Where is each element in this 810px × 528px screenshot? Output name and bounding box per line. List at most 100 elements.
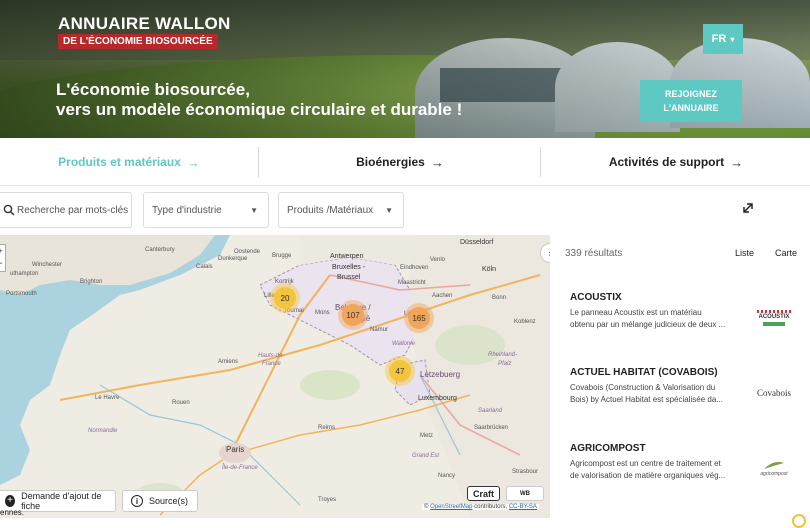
cluster-count: 20 <box>280 293 290 303</box>
map-label: Strasbour <box>512 469 539 475</box>
result-desc-line: de valorisation de matière organiques vé… <box>570 471 726 480</box>
map-cluster-marker[interactable]: 20 <box>274 287 296 309</box>
plus-circle-icon: + <box>5 495 16 507</box>
map-label: Bonn <box>492 295 507 301</box>
map-label: Brugge <box>272 253 292 259</box>
view-list-toggle[interactable]: Liste <box>735 248 754 258</box>
search-icon <box>3 204 15 216</box>
info-icon: i <box>131 495 143 507</box>
chevron-down-icon: ▼ <box>250 205 258 215</box>
map-label: Hauts-de- <box>258 353 285 359</box>
map-label: Paris <box>226 445 245 454</box>
license-link[interactable]: CC-BY-SA <box>509 504 537 510</box>
result-title[interactable]: ACOUSTIX <box>570 292 622 303</box>
map-label: Nancy <box>438 473 456 479</box>
category-products[interactable]: Produits et matériaux → <box>0 138 258 186</box>
map-label: Düsseldorf <box>460 239 494 246</box>
logo-stripe <box>757 310 791 313</box>
map-label: Portsmouth <box>6 291 37 297</box>
filter-bar: Recherche par mots-clés Type d'industrie… <box>0 186 810 234</box>
products-select[interactable]: Produits /Matériaux ▼ <box>278 192 404 228</box>
category-bioenergies-label: Bioénergies <box>356 155 425 169</box>
category-support[interactable]: Activités de support → <box>542 138 810 186</box>
acoustix-logo[interactable]: ACOUSTIX <box>754 305 794 331</box>
map-label: France <box>262 361 281 367</box>
map-label: Kortrijk <box>275 279 294 285</box>
category-support-label: Activités de support <box>608 155 725 169</box>
arrow-right-icon: → <box>430 154 444 170</box>
category-bioenergies[interactable]: Bioénergies → <box>260 138 540 186</box>
leaf-icon <box>764 461 784 469</box>
map-view[interactable]: Canterbury Winchester uthampton Brighton… <box>0 235 550 518</box>
map-label: Saarland <box>478 408 503 414</box>
zoom-out-button[interactable]: − <box>0 257 5 269</box>
result-title[interactable]: AGRICOMPOST <box>570 443 646 454</box>
category-products-label: Produits et matériaux <box>58 155 181 169</box>
chevron-down-icon: ▾ <box>730 34 735 44</box>
map-label: Winchester <box>32 262 63 268</box>
sources-button[interactable]: i Source(s) <box>122 490 198 512</box>
join-label-line1: REJOIGNEZ <box>664 89 717 99</box>
site-logo-subtitle[interactable]: DE L'ÉCONOMIE BIOSOURCÉE <box>58 34 218 49</box>
join-directory-button[interactable]: REJOIGNEZ L'ANNUAIRE <box>640 80 742 122</box>
join-label-line2: L'ANNUAIRE <box>663 103 719 113</box>
map-label: Oostende <box>234 249 261 255</box>
help-widget-icon[interactable] <box>792 514 806 528</box>
category-nav: Produits et matériaux → Bioénergies → Ac… <box>0 138 810 186</box>
map-label: Aachen <box>432 293 453 299</box>
map-cluster-marker[interactable]: 165 <box>408 307 430 329</box>
industry-type-label: Type d'industrie <box>152 204 222 216</box>
result-desc-line: Covabois (Construction & Valorisation du <box>570 383 716 392</box>
language-selector[interactable]: FR ▾ <box>703 24 743 54</box>
map-label: Troyes <box>318 497 337 503</box>
map-label: Antwerpen <box>330 253 364 260</box>
result-title[interactable]: ACTUEL HABITAT (COVABOIS) <box>570 367 718 378</box>
result-desc-line: Agricompost est un centre de traitement … <box>570 459 721 468</box>
arrow-right-icon: → <box>186 154 200 170</box>
map-label: Dunkerque <box>218 256 248 262</box>
request-listing-label: Demande d'ajout de fiche <box>21 491 102 511</box>
zoom-in-button[interactable]: + <box>0 245 5 257</box>
search-input[interactable]: Recherche par mots-clés <box>0 192 132 228</box>
map-label: Brighton <box>80 279 103 285</box>
attribution-prefix: © <box>424 504 429 510</box>
map-cluster-marker[interactable]: 107 <box>342 304 364 326</box>
osm-link[interactable]: OpenStreetMap <box>430 504 472 510</box>
map-label: Köln <box>482 266 497 273</box>
map-label: Rheinland- <box>488 352 518 358</box>
map-label: Brussel <box>337 274 361 281</box>
map-label: Venlo <box>430 257 446 263</box>
attribution-mid: contributors, <box>474 504 508 510</box>
map-label: Grand Est <box>412 453 440 459</box>
covabois-logo[interactable]: Covabois <box>754 380 794 406</box>
result-description: Le panneau Acoustix est un matériau obte… <box>570 307 748 331</box>
expand-icon[interactable] <box>740 200 756 216</box>
result-desc-line: obtenu par un mélange judicieux de deux … <box>570 320 726 329</box>
view-map-toggle[interactable]: Carte <box>775 248 797 258</box>
arrow-right-icon: → <box>730 154 744 170</box>
logo-underline <box>763 322 785 326</box>
map-label: uthampton <box>10 271 39 277</box>
craft-logo[interactable]: Craft <box>467 486 500 501</box>
map-cluster-marker[interactable]: 47 <box>389 360 411 382</box>
site-logo-title[interactable]: ANNUAIRE WALLON <box>58 14 231 34</box>
map-label: Koblenz <box>514 319 536 325</box>
wb-logo[interactable]: WB <box>506 486 544 501</box>
map-attribution: © OpenStreetMap contributors, CC-BY-SA <box>422 504 539 510</box>
cluster-count: 107 <box>346 310 360 320</box>
map-label: Rouen <box>172 400 190 406</box>
map-label: Eindhoven <box>400 265 429 271</box>
agricompost-logo[interactable]: agricompost <box>754 455 794 481</box>
hero-headline: L'économie biosourcée, vers un modèle éc… <box>56 80 462 120</box>
map-label: Pfalz <box>498 361 512 367</box>
logo-text: Covabois <box>756 388 791 398</box>
map-zoom-control[interactable]: + − <box>0 244 6 272</box>
map-label: Calais <box>196 264 213 270</box>
map-label: Normandie <box>88 428 118 434</box>
industry-type-select[interactable]: Type d'industrie ▼ <box>143 192 269 228</box>
map-label: Maastricht <box>398 280 426 286</box>
map-cut-label: ennes. <box>0 508 25 517</box>
map-label: Letzebuerg <box>420 370 461 379</box>
chevron-down-icon: ▼ <box>385 205 393 215</box>
hero-headline-line1: L'économie biosourcée, <box>56 80 250 99</box>
